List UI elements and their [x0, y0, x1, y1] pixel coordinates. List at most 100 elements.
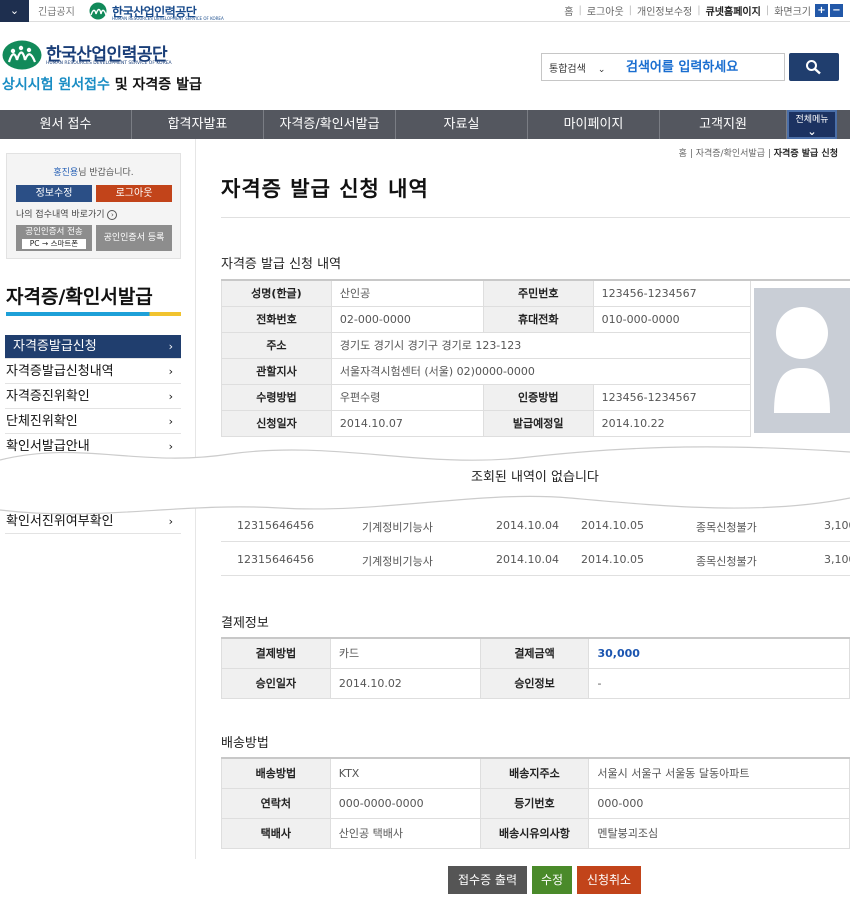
- payment-table: 결제방법 카드 결제금액 30,000 승인일자 2014.10.02 승인정보 -: [221, 637, 850, 699]
- nav-certificate[interactable]: 자격증/확인서발급: [264, 110, 396, 139]
- row-date1: 2014.10.04: [496, 553, 559, 566]
- logo-mark-icon: [2, 40, 42, 70]
- user-placeholder-icon: [774, 307, 830, 413]
- sidebar-item-cert-apply[interactable]: 자격증발급신청 ›: [5, 335, 181, 359]
- note-value: 멘탈붕괴조심: [588, 817, 850, 849]
- phone-value: 02-000-0000: [330, 305, 484, 333]
- search-scope-label: 통합검색: [549, 64, 586, 75]
- nav-mypage[interactable]: 마이페이지: [528, 110, 660, 139]
- pay-method-label: 결제방법: [221, 637, 331, 669]
- logout-link[interactable]: 로그아웃: [587, 3, 624, 18]
- cert-transfer-button[interactable]: 공인인증서 전송 PC → 스마트폰: [16, 225, 92, 251]
- cert-transfer-label: 공인인증서 전송: [25, 227, 83, 237]
- courier-value: 산인공 택배사: [329, 817, 481, 849]
- branch-label: 관할지사: [221, 357, 332, 385]
- breadcrumb-parent[interactable]: 자격증/확인서발급: [696, 149, 765, 159]
- row-date2: 2014.10.05: [581, 553, 644, 566]
- auth-label: 인증방법: [482, 383, 594, 411]
- reg-no-label: 등기번호: [479, 787, 590, 819]
- cancel-application-button[interactable]: 신청취소: [577, 866, 641, 894]
- note-label: 배송시유의사항: [479, 817, 590, 849]
- print-receipt-button[interactable]: 접수증 출력: [448, 866, 527, 894]
- apply-date-label: 신청일자: [221, 409, 332, 437]
- approve-date-value: 2014.10.02: [329, 667, 481, 699]
- delivery-address-value: 서울시 서울구 서울동 달동아파트: [588, 757, 850, 789]
- cert-transfer-sub: PC → 스마트폰: [22, 239, 86, 249]
- name-label: 성명(한글): [221, 279, 332, 307]
- address-label: 주소: [221, 331, 332, 359]
- my-applications-link[interactable]: 나의 접수내역 바로가기 ›: [16, 207, 118, 220]
- applicant-photo: [754, 288, 850, 433]
- chevron-right-icon: ›: [168, 340, 173, 353]
- logout-button[interactable]: 로그아웃: [96, 185, 172, 202]
- pay-amount-label: 결제금액: [479, 637, 590, 669]
- auth-value: 123456-1234567: [592, 383, 751, 411]
- no-result-text: 조회된 내역이 없습니다: [471, 470, 599, 482]
- rrn-label: 주민번호: [482, 279, 594, 307]
- row-status: 종목신청불가: [696, 555, 757, 568]
- zoom-in-button[interactable]: +: [815, 4, 828, 17]
- nav-support[interactable]: 고객지원: [660, 110, 787, 139]
- payment-section-title: 결제정보: [221, 616, 269, 631]
- sidebar-item-cert-verify[interactable]: 자격증진위확인 ›: [5, 385, 181, 409]
- greeting-text: 님 반갑습니다.: [78, 168, 134, 178]
- apply-date-value: 2014.10.07: [330, 409, 484, 437]
- title-divider: [221, 217, 850, 218]
- chevron-right-icon: ›: [168, 365, 173, 378]
- sidebar-item-group-verify[interactable]: 단체진위확인 ›: [5, 410, 181, 434]
- approve-info-label: 승인정보: [479, 667, 590, 699]
- receive-value: 우편수령: [330, 383, 484, 411]
- all-menu-button[interactable]: 전체메뉴 ⌄: [787, 110, 837, 139]
- breadcrumb: 홈 | 자격증/확인서발급 | 자격증 발급 신청: [678, 149, 838, 159]
- home-link[interactable]: 홈: [564, 3, 573, 18]
- main-nav: 원서 접수 합격자발표 자격증/확인서발급 자료실 마이페이지 고객지원 전체메…: [0, 110, 850, 139]
- edit-button[interactable]: 수정: [532, 866, 572, 894]
- mobile-label: 휴대전화: [482, 305, 594, 333]
- delivery-table: 배송방법 KTX 배송지주소 서울시 서울구 서울동 달동아파트 연락처 000-000…: [221, 757, 850, 849]
- row-amount: 3,100: [824, 553, 850, 566]
- dropdown-toggle[interactable]: ⌄: [0, 0, 29, 22]
- search-button[interactable]: [789, 53, 839, 81]
- search-input[interactable]: [626, 56, 782, 78]
- nav-apply[interactable]: 원서 접수: [0, 110, 132, 139]
- greeting: 홍진용님 반갑습니다.: [7, 165, 180, 178]
- delivery-section-title: 배송방법: [221, 736, 269, 751]
- branch-value: 서울자격시험센터 (서울) 02)0000-0000: [330, 357, 751, 385]
- contact-value: 000-0000-0000: [329, 787, 481, 819]
- courier-label: 택배사: [221, 817, 331, 849]
- applicant-section-title: 자격증 발급 신청 내역: [221, 257, 342, 272]
- row-name: 기계정비기능사: [362, 555, 433, 568]
- delivery-method-value: KTX: [329, 757, 481, 789]
- breadcrumb-current: 자격증 발급 신청: [773, 149, 838, 159]
- zoom-out-button[interactable]: −: [830, 4, 843, 17]
- urgent-notice-link[interactable]: 긴급공지: [38, 3, 75, 18]
- sidebar-item-cert-history[interactable]: 자격증발급신청내역 ›: [5, 360, 181, 384]
- user-name: 홍진용: [53, 168, 79, 178]
- issue-date-value: 2014.10.22: [592, 409, 751, 437]
- logo-mark-icon: [89, 2, 107, 20]
- sub-logo[interactable]: 한국산업인력공단 HUMAN RESOURCES DEVELOPMENT SER…: [86, 1, 224, 21]
- phone-label: 전화번호: [221, 305, 332, 333]
- edit-info-button[interactable]: 정보수정: [16, 185, 92, 202]
- row-no: 12315646456: [237, 553, 314, 566]
- search-scope-select[interactable]: 통합검색 ⌄: [549, 60, 605, 75]
- chevron-right-icon: ›: [168, 390, 173, 403]
- pay-method-value: 카드: [329, 637, 481, 669]
- mobile-value: 010-000-0000: [592, 305, 751, 333]
- reg-no-value: 000-000: [588, 787, 850, 819]
- nav-results[interactable]: 합격자발표: [132, 110, 264, 139]
- nav-resources[interactable]: 자료실: [396, 110, 528, 139]
- table-row: 12315646456 기계정비기능사 2014.10.04 2014.10.0…: [221, 543, 850, 576]
- approve-info-value: -: [588, 667, 850, 699]
- breadcrumb-home[interactable]: 홈: [679, 149, 687, 159]
- sub-logo-eng: HUMAN RESOURCES DEVELOPMENT SERVICE OF K…: [112, 16, 224, 21]
- cert-register-button[interactable]: 공인인증서 등록: [96, 225, 172, 251]
- rrn-value: 123456-1234567: [592, 279, 751, 307]
- name-value: 산인공: [330, 279, 484, 307]
- delivery-address-label: 배송지주소: [479, 757, 590, 789]
- sidebar-item-label: 자격증발급신청내역: [6, 364, 114, 379]
- subtitle-highlight: 상시시험 원서접수: [2, 77, 110, 93]
- qnet-link[interactable]: 큐넷홈페이지: [706, 3, 761, 18]
- edit-profile-link[interactable]: 개인정보수정: [637, 3, 692, 18]
- page-title: 자격증 발급 신청 내역: [221, 177, 429, 201]
